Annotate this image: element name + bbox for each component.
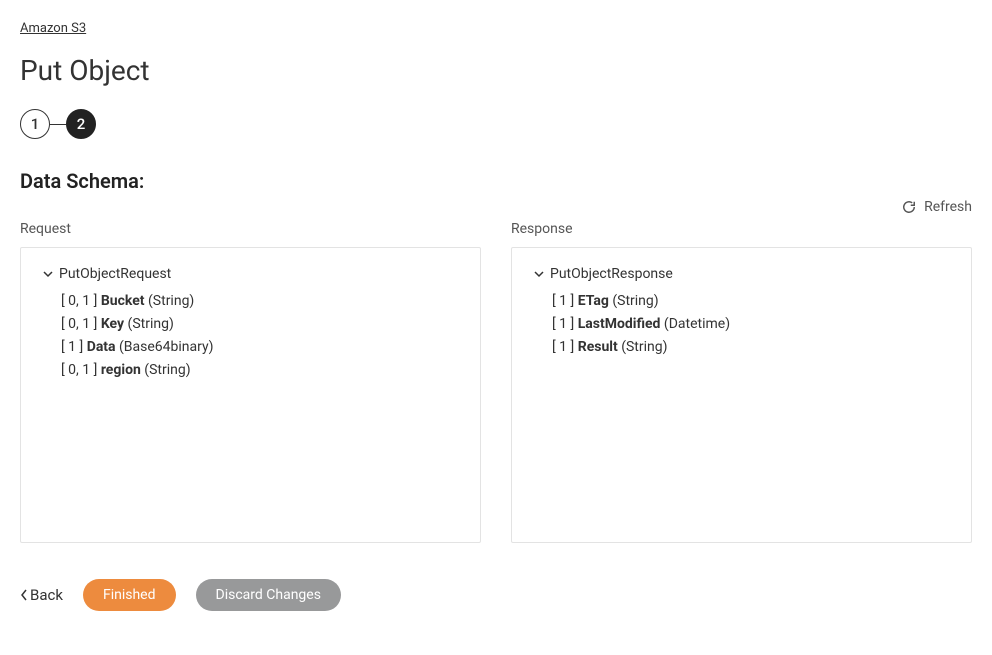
field-cardinality: [ 0, 1 ] (61, 316, 101, 332)
field-name: Bucket (101, 293, 145, 309)
chevron-down-icon (534, 269, 544, 279)
chevron-left-icon (20, 589, 28, 601)
field-name: ETag (578, 293, 609, 309)
refresh-icon (902, 200, 916, 214)
field-cardinality: [ 1 ] (61, 339, 87, 355)
field-cardinality: [ 1 ] (552, 339, 578, 355)
chevron-down-icon (43, 269, 53, 279)
request-root[interactable]: PutObjectRequest (43, 266, 458, 282)
response-label: Response (511, 221, 972, 237)
step-2[interactable]: 2 (66, 109, 96, 139)
request-panel: PutObjectRequest [ 0, 1 ] Bucket (String… (20, 247, 481, 543)
request-root-name: PutObjectRequest (59, 266, 171, 282)
breadcrumb-amazon-s3[interactable]: Amazon S3 (20, 21, 86, 36)
request-field: [ 0, 1 ] Bucket (String) (43, 290, 458, 313)
footer-buttons: Back Finished Discard Changes (20, 579, 972, 611)
field-cardinality: [ 0, 1 ] (61, 362, 101, 378)
field-cardinality: [ 1 ] (552, 316, 578, 332)
discard-button[interactable]: Discard Changes (196, 579, 341, 611)
request-field: [ 0, 1 ] region (String) (43, 359, 458, 382)
field-name: LastModified (578, 316, 661, 332)
field-name: Key (101, 316, 124, 332)
request-field: [ 0, 1 ] Key (String) (43, 313, 458, 336)
step-1[interactable]: 1 (20, 109, 50, 139)
response-column: Response PutObjectResponse [ 1 ] ETag (S… (511, 221, 972, 543)
finished-button[interactable]: Finished (83, 579, 176, 611)
field-cardinality: [ 1 ] (552, 293, 578, 309)
wizard-stepper: 1 2 (20, 109, 972, 139)
field-type: (Base64binary) (116, 339, 214, 355)
field-type: (String) (124, 316, 174, 332)
back-button[interactable]: Back (20, 586, 63, 604)
response-root[interactable]: PutObjectResponse (534, 266, 949, 282)
request-column: Request PutObjectRequest [ 0, 1 ] Bucket… (20, 221, 481, 543)
field-cardinality: [ 0, 1 ] (61, 293, 101, 309)
step-connector (50, 124, 66, 125)
section-title: Data Schema: (20, 169, 972, 193)
refresh-button[interactable]: Refresh (902, 199, 972, 215)
field-name: region (101, 362, 141, 378)
field-name: Result (578, 339, 618, 355)
field-name: Data (87, 339, 116, 355)
response-panel: PutObjectResponse [ 1 ] ETag (String)[ 1… (511, 247, 972, 543)
field-type: (String) (145, 293, 195, 309)
field-type: (String) (618, 339, 668, 355)
refresh-label: Refresh (924, 199, 972, 215)
field-type: (String) (609, 293, 659, 309)
response-field: [ 1 ] Result (String) (534, 336, 949, 359)
field-type: (String) (141, 362, 191, 378)
response-field: [ 1 ] ETag (String) (534, 290, 949, 313)
request-field: [ 1 ] Data (Base64binary) (43, 336, 458, 359)
response-field: [ 1 ] LastModified (Datetime) (534, 313, 949, 336)
back-label: Back (30, 586, 63, 604)
page-title: Put Object (20, 54, 972, 87)
field-type: (Datetime) (660, 316, 730, 332)
request-label: Request (20, 221, 481, 237)
response-root-name: PutObjectResponse (550, 266, 673, 282)
